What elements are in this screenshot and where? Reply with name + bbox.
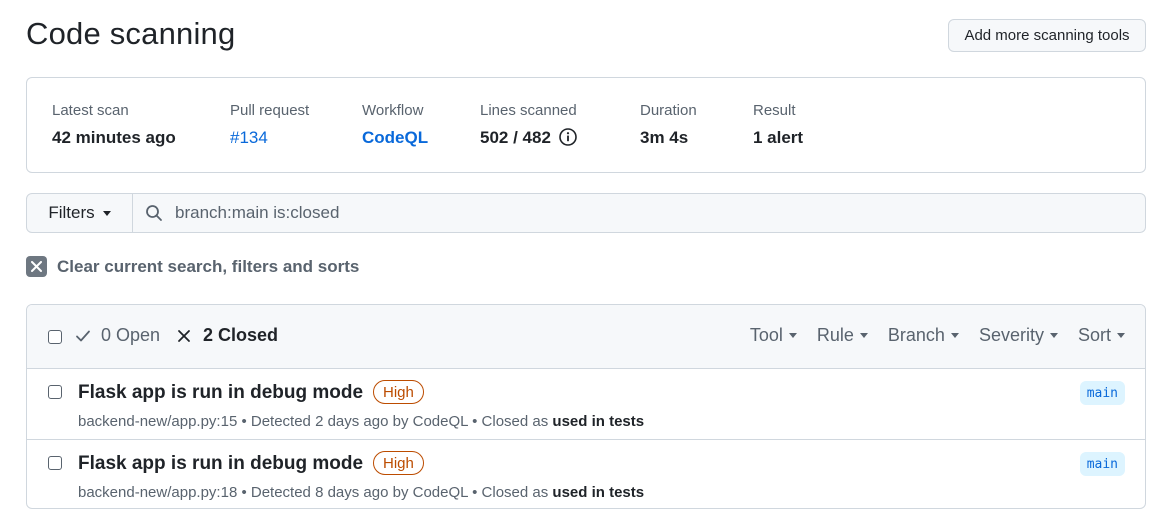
chevron-down-icon <box>788 333 797 338</box>
open-alerts-tab[interactable]: 0 Open <box>75 325 160 346</box>
chevron-down-icon <box>102 210 111 216</box>
alert-row: Flask app is run in debug mode High back… <box>27 440 1145 508</box>
alert-checkbox[interactable] <box>48 385 62 399</box>
chevron-down-icon <box>1049 333 1058 338</box>
alert-meta-text: backend-new/app.py:18 • Detected 8 days … <box>78 484 553 501</box>
stat-label: Pull request <box>230 102 310 119</box>
info-icon[interactable] <box>559 128 577 146</box>
severity-badge: High <box>373 380 424 404</box>
stat-label: Duration <box>640 102 697 119</box>
clear-search-label: Clear current search, filters and sorts <box>57 256 360 276</box>
page-title: Code scanning <box>26 16 236 51</box>
alerts-list-header: 0 Open 2 Closed Tool Rule Branch Severit… <box>27 305 1145 369</box>
chevron-down-icon <box>950 333 959 338</box>
sort-filter[interactable]: Sort <box>1078 325 1125 346</box>
alert-title-link[interactable]: Flask app is run in debug mode <box>78 453 363 475</box>
alert-title-link[interactable]: Flask app is run in debug mode <box>78 382 363 404</box>
alert-checkbox[interactable] <box>48 456 62 470</box>
list-filters: Tool Rule Branch Severity Sort <box>750 325 1125 346</box>
add-scanning-tools-button[interactable]: Add more scanning tools <box>948 19 1146 52</box>
severity-filter[interactable]: Severity <box>979 325 1058 346</box>
alerts-list: 0 Open 2 Closed Tool Rule Branch Severit… <box>26 304 1146 509</box>
select-all-checkbox[interactable] <box>48 330 62 344</box>
workflow-link[interactable]: CodeQL <box>362 128 428 148</box>
stat-value: 1 alert <box>753 128 804 147</box>
branch-filter-label: Branch <box>887 325 945 345</box>
severity-filter-label: Severity <box>978 325 1044 345</box>
closed-reason: used in tests <box>552 484 645 501</box>
branch-tag[interactable]: main <box>1079 381 1125 405</box>
stat-result: Result 1 alert <box>753 102 803 148</box>
stat-lines-scanned: Lines scanned 502 / 482 <box>480 102 577 148</box>
search-wrap <box>133 194 1145 232</box>
tool-filter[interactable]: Tool <box>750 325 797 346</box>
rule-filter[interactable]: Rule <box>817 325 868 346</box>
alert-meta-text: backend-new/app.py:15 • Detected 2 days … <box>78 413 553 430</box>
stat-value: 42 minutes ago <box>52 128 176 147</box>
stat-workflow: Workflow CodeQL <box>362 102 428 148</box>
stat-label: Lines scanned <box>480 102 577 119</box>
stat-label: Workflow <box>362 102 424 119</box>
rule-filter-label: Rule <box>816 325 854 345</box>
pull-request-link[interactable]: #134 <box>230 128 309 148</box>
filters-label: Filters <box>48 203 95 222</box>
branch-tag[interactable]: main <box>1079 452 1125 476</box>
stat-pull-request: Pull request #134 <box>230 102 309 148</box>
chevron-down-icon <box>859 333 868 338</box>
stat-duration: Duration 3m 4s <box>640 102 697 148</box>
closed-reason: used in tests <box>552 413 645 430</box>
open-alerts-label: 0 Open <box>101 325 161 345</box>
search-icon <box>146 205 162 221</box>
severity-badge: High <box>373 451 424 475</box>
filter-bar: Filters <box>26 193 1146 233</box>
latest-scan-summary: Latest scan 42 minutes ago Pull request … <box>26 77 1146 173</box>
search-input[interactable] <box>173 202 1145 224</box>
sort-filter-label: Sort <box>1077 325 1111 345</box>
chevron-down-icon <box>1117 333 1125 338</box>
closed-alerts-tab[interactable]: 2 Closed <box>177 325 278 346</box>
alert-meta: backend-new/app.py:15 • Detected 2 days … <box>78 413 644 430</box>
stat-latest-scan: Latest scan 42 minutes ago <box>52 102 176 148</box>
stat-label: Latest scan <box>52 102 129 119</box>
stat-value-wrap: 502 / 482 <box>480 128 577 148</box>
close-icon <box>26 256 47 277</box>
stat-label: Result <box>753 102 796 119</box>
tool-filter-label: Tool <box>749 325 783 345</box>
x-icon <box>178 329 190 342</box>
filters-dropdown-button[interactable]: Filters <box>27 194 133 232</box>
alert-row: Flask app is run in debug mode High back… <box>27 369 1145 440</box>
closed-alerts-label: 2 Closed <box>203 325 279 345</box>
stat-value: 502 / 482 <box>480 128 551 147</box>
alert-meta: backend-new/app.py:18 • Detected 8 days … <box>78 484 644 501</box>
branch-filter[interactable]: Branch <box>888 325 959 346</box>
stat-value: 3m 4s <box>640 128 689 147</box>
clear-search-button[interactable]: Clear current search, filters and sorts <box>26 256 359 277</box>
check-icon <box>76 330 90 341</box>
